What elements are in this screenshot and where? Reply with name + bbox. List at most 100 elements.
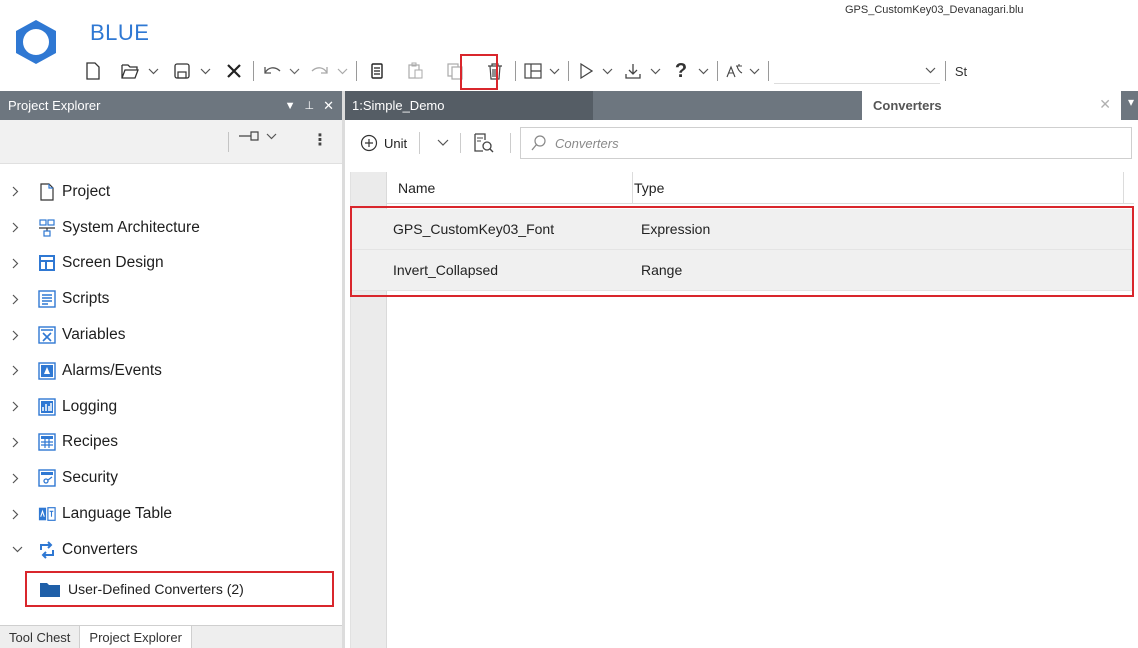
run-dropdown-chevron-icon[interactable]	[598, 56, 616, 86]
tree-item-logging[interactable]: Logging	[0, 389, 342, 425]
close-icon[interactable]: ✕	[1099, 96, 1111, 113]
tab-converters[interactable]: Converters ✕	[862, 91, 1121, 120]
table-row[interactable]: Invert_Collapsed Range	[351, 250, 1134, 291]
toolbar-divider	[510, 133, 511, 153]
chevron-right-icon[interactable]	[12, 401, 32, 412]
toolbar-divider	[768, 61, 769, 81]
undo-dropdown-chevron-icon[interactable]	[285, 56, 303, 86]
more-options-icon[interactable]: ⋮	[312, 130, 328, 150]
tab-simple-demo[interactable]: 1:Simple_Demo	[345, 91, 593, 120]
chevron-right-icon[interactable]	[12, 437, 32, 448]
save-icon[interactable]	[168, 56, 196, 86]
translate-icon[interactable]	[723, 56, 745, 86]
tree-item-label: Scripts	[62, 290, 110, 308]
chevron-right-icon[interactable]	[12, 186, 32, 197]
tab-label: Converters	[873, 98, 942, 113]
project-explorer-toolbar: ⋮	[0, 120, 342, 164]
security-icon	[38, 469, 56, 487]
project-explorer-header: Project Explorer ▼ ⊥ ✕	[0, 91, 342, 120]
save-dropdown-chevron-icon[interactable]	[196, 56, 214, 86]
add-unit-label: Unit	[384, 135, 408, 151]
overflow-toolbar-button[interactable]: St	[951, 56, 971, 86]
help-dropdown-chevron-icon[interactable]	[694, 56, 712, 86]
converter-search-input[interactable]	[555, 135, 1095, 151]
toolbar-divider	[515, 61, 516, 81]
tree-item-screen-design[interactable]: Screen Design	[0, 246, 342, 282]
tree-item-variables[interactable]: Variables	[0, 317, 342, 353]
paste-icon[interactable]	[400, 56, 430, 86]
tree-item-project[interactable]: Project	[0, 174, 342, 210]
column-header-name[interactable]: Name	[398, 180, 435, 196]
tree-item-security[interactable]: Security	[0, 460, 342, 496]
undo-icon[interactable]	[259, 56, 285, 86]
translate-dropdown-chevron-icon[interactable]	[745, 56, 763, 86]
toolbar-divider	[568, 61, 569, 81]
chevron-right-icon[interactable]	[12, 330, 32, 341]
toolbar-divider	[945, 61, 946, 81]
download-icon[interactable]	[620, 56, 646, 86]
tree-item-label: System Architecture	[62, 218, 200, 236]
tree-item-system-architecture[interactable]: System Architecture	[0, 210, 342, 246]
chevron-down-icon[interactable]	[12, 546, 32, 553]
toolbar-divider	[717, 61, 718, 81]
redo-icon[interactable]	[307, 56, 333, 86]
tree-item-label: Security	[62, 469, 118, 487]
tab-project-explorer[interactable]: Project Explorer	[79, 626, 192, 648]
download-dropdown-chevron-icon[interactable]	[646, 56, 664, 86]
tree-item-language-table[interactable]: Language Table	[0, 496, 342, 532]
chevron-down-icon	[925, 67, 936, 74]
open-icon[interactable]	[116, 56, 144, 86]
redo-dropdown-chevron-icon[interactable]	[333, 56, 351, 86]
cell-type: Range	[641, 262, 683, 278]
pane-menu-icon[interactable]: ▼	[285, 100, 296, 112]
table-row[interactable]: GPS_CustomKey03_Font Expression	[351, 209, 1134, 250]
column-divider[interactable]	[1123, 172, 1124, 204]
tree-item-converters[interactable]: Converters	[0, 532, 342, 568]
chevron-right-icon[interactable]	[12, 258, 32, 269]
tab-list-menu-icon[interactable]: ▾	[1128, 95, 1134, 109]
delete-icon[interactable]	[480, 56, 510, 86]
tree-item-label: Screen Design	[62, 254, 164, 272]
tree-item-recipes[interactable]: Recipes	[0, 425, 342, 461]
add-unit-dropdown-chevron-icon[interactable]	[437, 134, 449, 152]
close-icon[interactable]	[220, 56, 248, 86]
pane-splitter[interactable]	[342, 91, 345, 648]
layout-dropdown-chevron-icon[interactable]	[545, 56, 563, 86]
find-in-list-icon[interactable]	[472, 132, 494, 159]
chevron-right-icon[interactable]	[12, 509, 32, 520]
tree-item-alarms-events[interactable]: Alarms/Events	[0, 353, 342, 389]
tree-item-user-defined-converters[interactable]: User-Defined Converters (2)	[40, 575, 244, 603]
chevron-right-icon[interactable]	[12, 294, 32, 305]
chevron-right-icon[interactable]	[12, 473, 32, 484]
new-file-icon[interactable]	[78, 56, 108, 86]
collapse-tool-button[interactable]	[238, 130, 277, 142]
add-unit-button[interactable]: Unit	[360, 132, 421, 154]
chevron-down-icon	[266, 133, 277, 139]
logging-icon	[38, 397, 56, 416]
converter-search-box[interactable]	[520, 127, 1132, 159]
tab-tool-chest[interactable]: Tool Chest	[0, 626, 79, 648]
tree-item-label: Language Table	[62, 505, 173, 523]
column-divider[interactable]	[632, 172, 633, 204]
layout-icon[interactable]	[521, 56, 545, 86]
recipes-icon	[38, 433, 56, 452]
toolbar-divider	[228, 132, 229, 152]
copy-icon[interactable]	[362, 56, 392, 86]
pin-icon[interactable]: ⊥	[305, 99, 315, 112]
duplicate-icon[interactable]	[440, 56, 470, 86]
cell-name: GPS_CustomKey03_Font	[393, 221, 555, 237]
close-pane-icon[interactable]: ✕	[323, 98, 334, 114]
app-window: BLUE GPS_CustomKey03_Devanagari.blu ? St…	[0, 0, 1138, 648]
help-icon[interactable]: ?	[668, 56, 694, 86]
tree-item-label: Alarms/Events	[62, 361, 162, 379]
language-select[interactable]	[774, 58, 940, 84]
column-header-type[interactable]: Type	[634, 180, 664, 196]
tree-item-scripts[interactable]: Scripts	[0, 281, 342, 317]
chevron-right-icon[interactable]	[12, 365, 32, 376]
open-dropdown-chevron-icon[interactable]	[144, 56, 162, 86]
tree-item-label: Converters	[62, 540, 138, 558]
chevron-right-icon[interactable]	[12, 222, 32, 233]
run-icon[interactable]	[574, 56, 598, 86]
toolbar-divider	[460, 133, 461, 153]
cell-name: Invert_Collapsed	[393, 262, 499, 278]
